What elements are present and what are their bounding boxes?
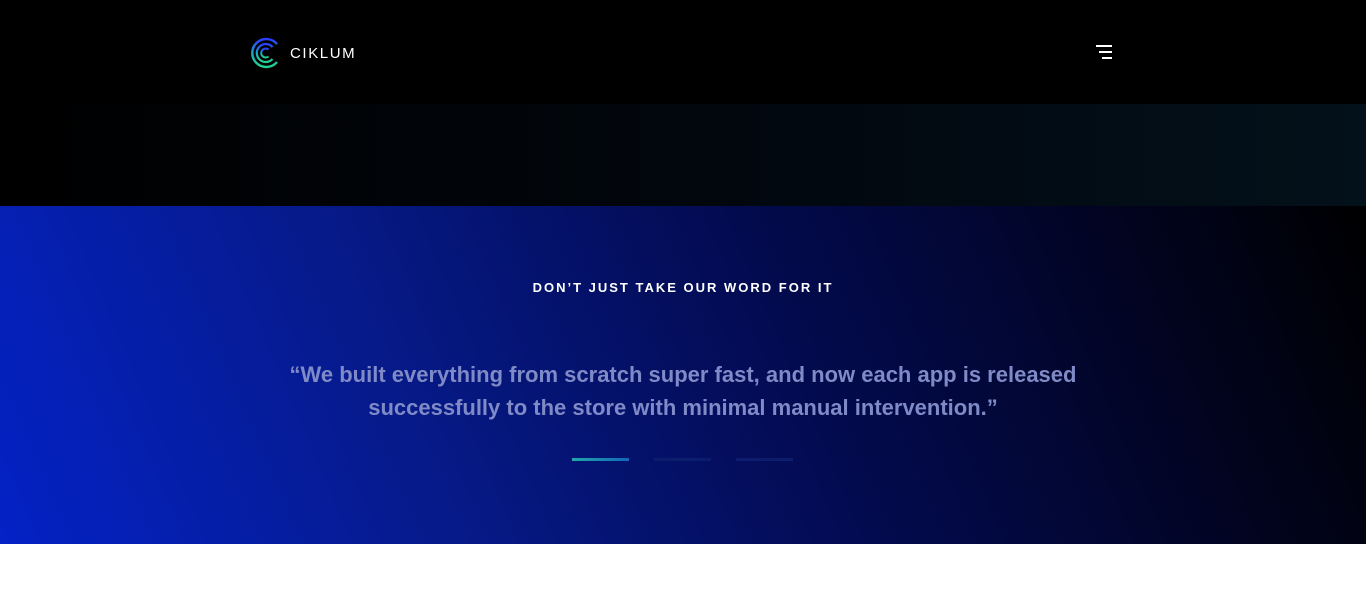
site-header: CIKLUM (0, 0, 1366, 104)
testimonials-section: DON’T JUST TAKE OUR WORD FOR IT “We buil… (0, 206, 1366, 544)
hero-strip (0, 104, 1366, 206)
brand-name: CIKLUM (290, 44, 357, 62)
hamburger-menu-icon (1096, 45, 1112, 47)
section-eyebrow: DON’T JUST TAKE OUR WORD FOR IT (532, 280, 834, 295)
slider-indicators (572, 458, 793, 461)
menu-line (1102, 57, 1112, 59)
testimonial-quote: “We built everything from scratch super … (289, 362, 1077, 420)
brand-logo[interactable]: CIKLUM (248, 35, 356, 71)
menu-line (1099, 51, 1112, 53)
page-below-section (0, 544, 1366, 612)
slide-indicator-2[interactable] (654, 458, 711, 461)
slide-indicator-1[interactable] (572, 458, 629, 461)
slide-indicator-3[interactable] (736, 458, 793, 461)
ciklum-logo-icon (251, 37, 278, 69)
menu-button[interactable] (1092, 40, 1116, 64)
